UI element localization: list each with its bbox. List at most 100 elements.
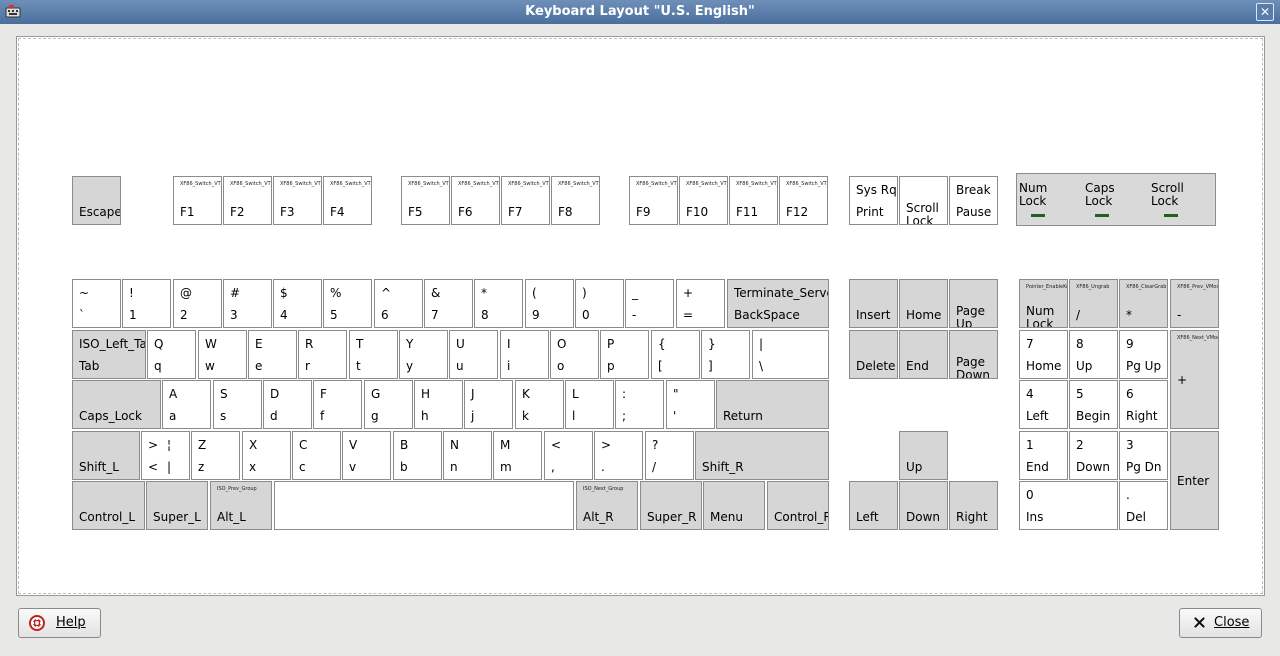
key-equal[interactable]: + = [676, 279, 725, 328]
key-t[interactable]: Tt [349, 330, 398, 379]
key-d[interactable]: Dd [263, 380, 312, 429]
key-return[interactable]: Return [716, 380, 829, 429]
key-a[interactable]: Aa [162, 380, 211, 429]
key-x[interactable]: Xx [242, 431, 291, 480]
key-minus[interactable]: _ - [625, 279, 674, 328]
key-f3[interactable]: XF86_Switch_VT_3 F3 [273, 176, 322, 225]
key-f4[interactable]: XF86_Switch_VT_4 F4 [323, 176, 372, 225]
key-space[interactable] [274, 481, 574, 530]
key-scroll-lock[interactable]: Scroll Lock [899, 176, 948, 225]
key-g[interactable]: Gg [364, 380, 413, 429]
key-k0[interactable]: ) 0 [575, 279, 624, 328]
key-f11[interactable]: XF86_Switch_VT_11 F11 [729, 176, 778, 225]
key-kp-7[interactable]: 7 Home [1019, 330, 1068, 379]
key-kp-8[interactable]: 8 Up [1069, 330, 1118, 379]
key-shift-r[interactable]: Shift_R [695, 431, 829, 480]
key-control-l[interactable]: Control_L [72, 481, 145, 530]
window-close-icon[interactable]: ✕ [1256, 3, 1274, 21]
key-comma[interactable]: <, [544, 431, 593, 480]
key-page-down[interactable]: Page Down [949, 330, 998, 379]
key-print[interactable]: Sys Rq Print [849, 176, 898, 225]
key-left[interactable]: Left [849, 481, 898, 530]
key-f5[interactable]: XF86_Switch_VT_5 F5 [401, 176, 450, 225]
key-k3[interactable]: #3 [223, 279, 272, 328]
key-super-l[interactable]: Super_L [146, 481, 208, 530]
key-quote[interactable]: " ' [666, 380, 715, 429]
key-lbracket[interactable]: {[ [651, 330, 700, 379]
key-e[interactable]: Ee [248, 330, 297, 379]
key-k6[interactable]: ^ 6 [374, 279, 423, 328]
key-kp-add[interactable]: XF86_Next_VMode + [1170, 330, 1219, 429]
key-f[interactable]: Ff [313, 380, 362, 429]
key-menu[interactable]: Menu [703, 481, 765, 530]
key-m[interactable]: Mm [493, 431, 542, 480]
key-period[interactable]: >. [594, 431, 643, 480]
close-button[interactable]: Close [1179, 608, 1262, 638]
key-u[interactable]: Uu [449, 330, 498, 379]
key-kp-subtract[interactable]: XF86_Prev_VMode - [1170, 279, 1219, 328]
key-kp-9[interactable]: 9 Pg Up [1119, 330, 1168, 379]
key-k2[interactable]: @2 [173, 279, 222, 328]
key-h[interactable]: Hh [414, 380, 463, 429]
key-f7[interactable]: XF86_Switch_VT_7 F7 [501, 176, 550, 225]
key-rbracket[interactable]: }] [701, 330, 750, 379]
key-control-r[interactable]: Control_R [767, 481, 829, 530]
key-v[interactable]: Vv [342, 431, 391, 480]
key-backspace[interactable]: Terminate_Server BackSpace [727, 279, 829, 328]
key-f8[interactable]: XF86_Switch_VT_8 F8 [551, 176, 600, 225]
key-super-r[interactable]: Super_R [640, 481, 702, 530]
key-shift-l[interactable]: Shift_L [72, 431, 140, 480]
key-k7[interactable]: & 7 [424, 279, 473, 328]
key-up[interactable]: Up [899, 431, 948, 480]
key-kp-3[interactable]: 3 Pg Dn [1119, 431, 1168, 480]
key-f1[interactable]: XF86_Switch_VT_1 F1 [173, 176, 222, 225]
key-end[interactable]: End [899, 330, 948, 379]
key-kp-6[interactable]: 6 Right [1119, 380, 1168, 429]
key-kp-5[interactable]: 5 Begin [1069, 380, 1118, 429]
key-w[interactable]: Ww [198, 330, 247, 379]
key-f2[interactable]: XF86_Switch_VT_2 F2 [223, 176, 272, 225]
key-p[interactable]: Pp [600, 330, 649, 379]
key-num-lock[interactable]: Pointer_EnableKeys Num Lock [1019, 279, 1068, 328]
key-q[interactable]: Qq [147, 330, 196, 379]
key-i[interactable]: Ii [500, 330, 549, 379]
key-c[interactable]: Cc [292, 431, 341, 480]
key-page-up[interactable]: Page Up [949, 279, 998, 328]
key-escape[interactable]: Escape [72, 176, 121, 225]
key-semicolon[interactable]: :; [615, 380, 664, 429]
key-j[interactable]: Jj [464, 380, 513, 429]
key-n[interactable]: Nn [443, 431, 492, 480]
key-backslash[interactable]: | \ [752, 330, 829, 379]
key-kp-0[interactable]: 0 Ins [1019, 481, 1118, 530]
key-f9[interactable]: XF86_Switch_VT_9 F9 [629, 176, 678, 225]
key-k8[interactable]: * 8 [474, 279, 523, 328]
key-tab[interactable]: ISO_Left_Tab Tab [72, 330, 146, 379]
key-f10[interactable]: XF86_Switch_VT_10 F10 [679, 176, 728, 225]
key-k[interactable]: Kk [515, 380, 564, 429]
key-delete[interactable]: Delete [849, 330, 898, 379]
key-k4[interactable]: $4 [273, 279, 322, 328]
key-kp-multiply[interactable]: XF86_ClearGrab * [1119, 279, 1168, 328]
key-kp-enter[interactable]: Enter [1170, 431, 1219, 530]
key-grave[interactable]: ~ ` [72, 279, 121, 328]
key-kp-decimal[interactable]: . Del [1119, 481, 1168, 530]
key-r[interactable]: Rr [298, 330, 347, 379]
key-f6[interactable]: XF86_Switch_VT_6 F6 [451, 176, 500, 225]
key-slash[interactable]: ? / [645, 431, 694, 480]
key-pause[interactable]: Break Pause [949, 176, 998, 225]
key-kp-divide[interactable]: XF86_Ungrab / [1069, 279, 1118, 328]
key-b[interactable]: Bb [393, 431, 442, 480]
key-kp-2[interactable]: 2 Down [1069, 431, 1118, 480]
key-right[interactable]: Right [949, 481, 998, 530]
key-alt-r[interactable]: ISO_Next_Group Alt_R [576, 481, 638, 530]
key-insert[interactable]: Insert [849, 279, 898, 328]
key-k9[interactable]: (9 [525, 279, 574, 328]
key-caps-lock[interactable]: Caps_Lock [72, 380, 161, 429]
key-s[interactable]: Ss [213, 380, 262, 429]
key-home[interactable]: Home [899, 279, 948, 328]
help-button[interactable]: Help [18, 608, 101, 638]
key-f12[interactable]: XF86_Switch_VT_12 F12 [779, 176, 828, 225]
key-k5[interactable]: % 5 [323, 279, 372, 328]
key-less[interactable]: > ¦ < | [141, 431, 190, 480]
key-l[interactable]: Ll [565, 380, 614, 429]
